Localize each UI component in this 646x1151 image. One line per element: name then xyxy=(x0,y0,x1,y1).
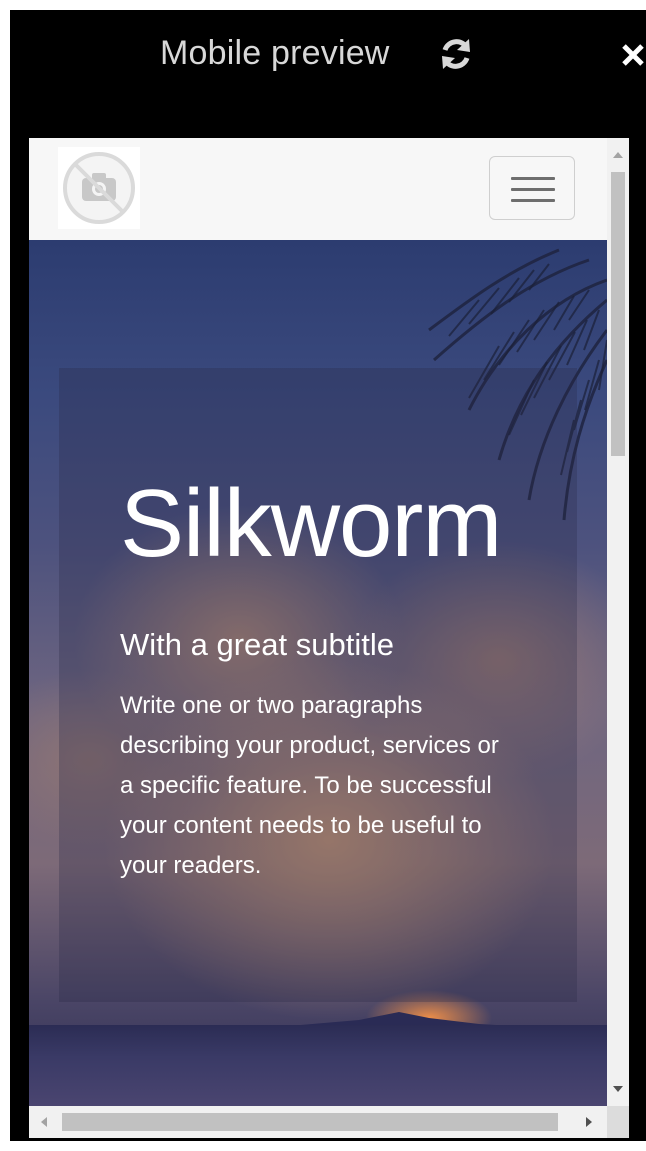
mobile-preview-window: Mobile preview Silkworm With a great sub… xyxy=(10,10,646,1141)
vertical-scrollbar[interactable] xyxy=(607,138,629,1106)
vertical-scroll-thumb[interactable] xyxy=(611,172,625,456)
preview-viewport: Silkworm With a great subtitle Write one… xyxy=(29,138,629,1138)
window-title: Mobile preview xyxy=(160,34,390,72)
sea-horizon xyxy=(29,1025,607,1106)
scroll-up-arrow-icon[interactable] xyxy=(613,152,623,158)
hero-title: Silkworm xyxy=(120,470,502,577)
horizontal-scroll-thumb[interactable] xyxy=(62,1113,558,1131)
hero-subtitle: With a great subtitle xyxy=(120,627,394,662)
hero-section: Silkworm With a great subtitle Write one… xyxy=(29,240,607,1106)
scroll-down-arrow-icon[interactable] xyxy=(613,1086,623,1092)
hamburger-menu-icon[interactable] xyxy=(489,156,575,220)
hero-paragraph: Write one or two paragraphs describing y… xyxy=(120,692,499,879)
no-image-placeholder-icon[interactable] xyxy=(58,147,140,229)
close-icon[interactable] xyxy=(618,36,646,70)
scroll-right-arrow-icon[interactable] xyxy=(586,1117,592,1127)
preview-header: Mobile preview xyxy=(10,10,646,96)
site-navbar xyxy=(29,138,607,241)
site-page: Silkworm With a great subtitle Write one… xyxy=(29,138,607,1106)
scroll-left-arrow-icon[interactable] xyxy=(41,1117,47,1127)
horizontal-scrollbar[interactable] xyxy=(29,1106,607,1138)
hero-text-card xyxy=(59,368,577,1002)
scrollbar-corner xyxy=(607,1106,629,1138)
refresh-icon[interactable] xyxy=(438,36,474,72)
